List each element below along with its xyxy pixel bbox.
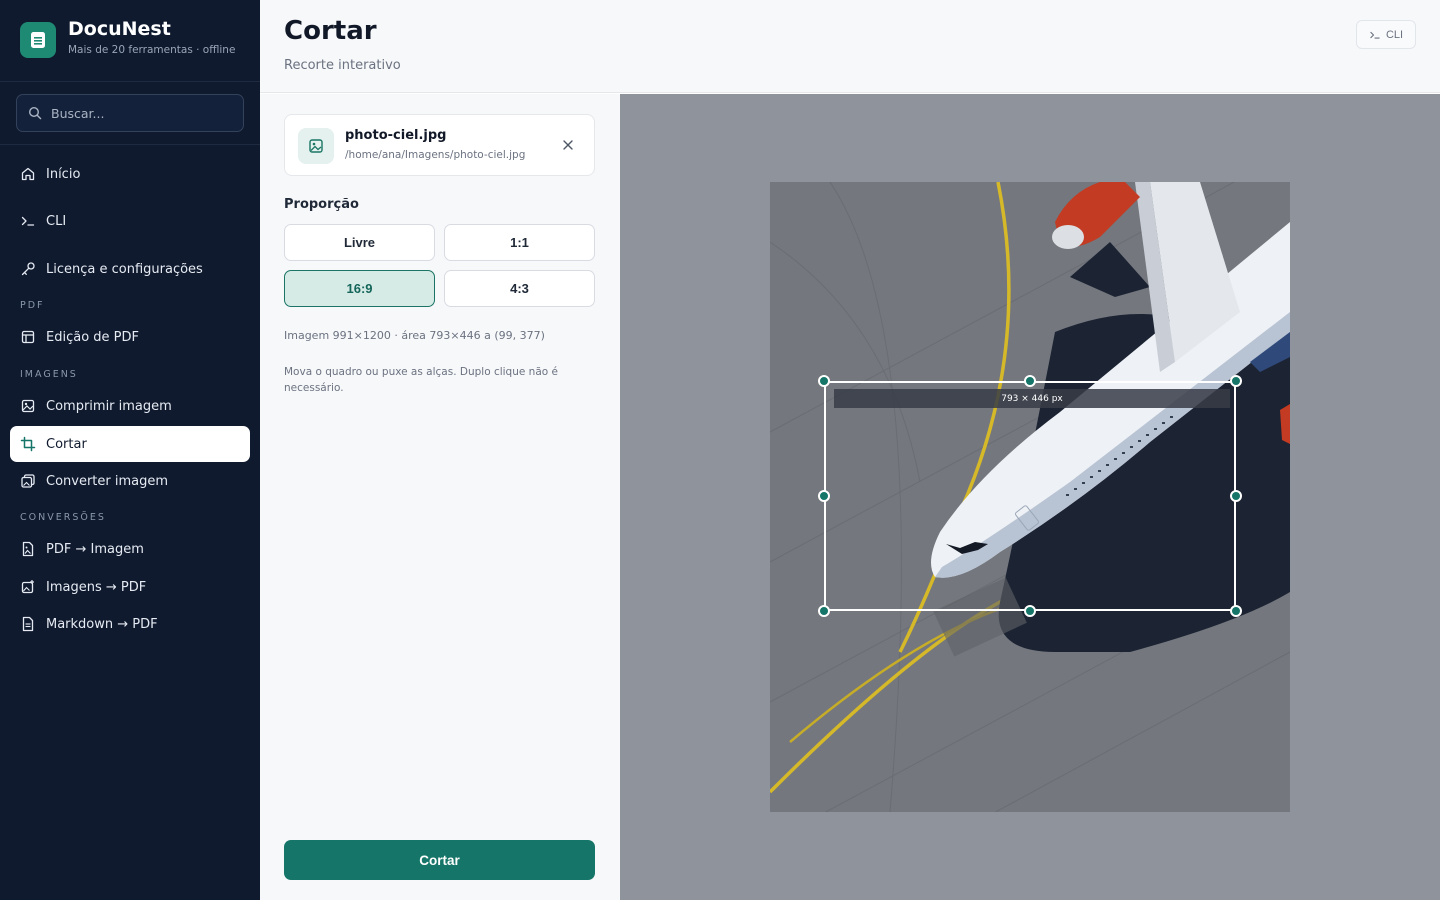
divider [0,81,260,82]
ratio-option-1-1[interactable]: 1:1 [444,224,595,261]
sidebar-item-pdf-imagem[interactable]: PDF → Imagem [10,531,250,567]
app-name: DocuNest [68,18,171,40]
preview-area: 793 × 446 px [620,94,1440,900]
crop-size-label: 793 × 446 px [834,389,1230,408]
sidebar-item-inicio[interactable]: Início [10,156,250,192]
app-tagline: Mais de 20 ferramentas · offline [68,44,236,56]
crop-icon [20,436,36,452]
terminal-icon [20,213,36,229]
search-box[interactable] [16,94,244,132]
crop-handle-bottom-left[interactable] [818,605,830,617]
image-compress-icon [20,398,36,414]
sidebar: DocuNest Mais de 20 ferramentas · offlin… [0,0,260,900]
cli-button[interactable]: CLI [1356,20,1416,49]
images-icon [20,579,36,595]
sidebar-item-licenca[interactable]: Licença e configurações [10,251,250,287]
crop-handle-bottom-right[interactable] [1230,605,1242,617]
ratio-option-4-3[interactable]: 4:3 [444,270,595,307]
sidebar-item-label: Edição de PDF [46,329,139,345]
home-icon [20,166,36,182]
divider [0,144,260,145]
sidebar-item-label: Cortar [46,436,87,452]
file-path: /home/ana/Imagens/photo-ciel.jpg [345,149,526,161]
options-panel: photo-ciel.jpg /home/ana/Imagens/photo-c… [260,94,620,900]
file-text-icon [20,616,36,632]
sidebar-item-converter-imagem[interactable]: Converter imagem [10,463,250,499]
sidebar-item-label: Comprimir imagem [46,398,172,414]
image-convert-icon [20,473,36,489]
hint-text: Mova o quadro ou puxe as alças. Duplo cl… [284,366,558,394]
crop-selection[interactable]: 793 × 446 px [818,375,1242,617]
file-card: photo-ciel.jpg /home/ana/Imagens/photo-c… [284,114,595,176]
section-label-imagens: IMAGENS [20,369,78,380]
page-header: Cortar Recorte interativo CLI [260,0,1440,93]
section-label-pdf: PDF [20,300,45,311]
key-icon [20,261,36,277]
close-icon[interactable] [560,137,576,153]
file-name: photo-ciel.jpg [345,128,447,143]
crop-button[interactable]: Cortar [284,840,595,880]
sidebar-item-label: CLI [46,213,67,229]
sidebar-item-cortar[interactable]: Cortar [10,426,250,462]
sidebar-item-label: Imagens → PDF [46,579,147,595]
image-info: Imagem 991×1200 · área 793×446 a (99, 37… [284,329,545,342]
sidebar-item-label: Markdown → PDF [46,616,158,632]
sidebar-item-cli[interactable]: CLI [10,203,250,239]
search-input[interactable] [51,95,237,131]
crop-handle-top-left[interactable] [818,375,830,387]
crop-handle-right[interactable] [1230,490,1242,502]
crop-handle-bottom[interactable] [1024,605,1036,617]
ratio-option-livre[interactable]: Livre [284,224,435,261]
page-title: Cortar [284,16,377,46]
crop-handle-top[interactable] [1024,375,1036,387]
section-label-conversoes: CONVERSÕES [20,512,106,523]
search-icon [28,106,42,120]
app-logo-icon [20,22,56,58]
crop-handle-left[interactable] [818,490,830,502]
crop-handle-top-right[interactable] [1230,375,1242,387]
sidebar-item-label: Licença e configurações [46,261,203,277]
proportion-label: Proporção [284,197,359,212]
image-file-icon [298,128,334,164]
file-image-icon [20,541,36,557]
terminal-icon [1370,31,1380,39]
brand: DocuNest Mais de 20 ferramentas · offlin… [20,18,250,62]
ratio-option-16-9[interactable]: 16:9 [284,270,435,307]
layout-icon [20,329,36,345]
page-subtitle: Recorte interativo [284,58,401,73]
sidebar-item-label: PDF → Imagem [46,541,144,557]
sidebar-item-markdown-pdf[interactable]: Markdown → PDF [10,606,250,642]
sidebar-item-label: Início [46,166,81,182]
sidebar-item-imagens-pdf[interactable]: Imagens → PDF [10,569,250,605]
sidebar-item-comprimir-imagem[interactable]: Comprimir imagem [10,388,250,424]
sidebar-item-label: Converter imagem [46,473,169,489]
cli-button-label: CLI [1385,28,1404,41]
sidebar-item-edicao-pdf[interactable]: Edição de PDF [10,319,250,355]
